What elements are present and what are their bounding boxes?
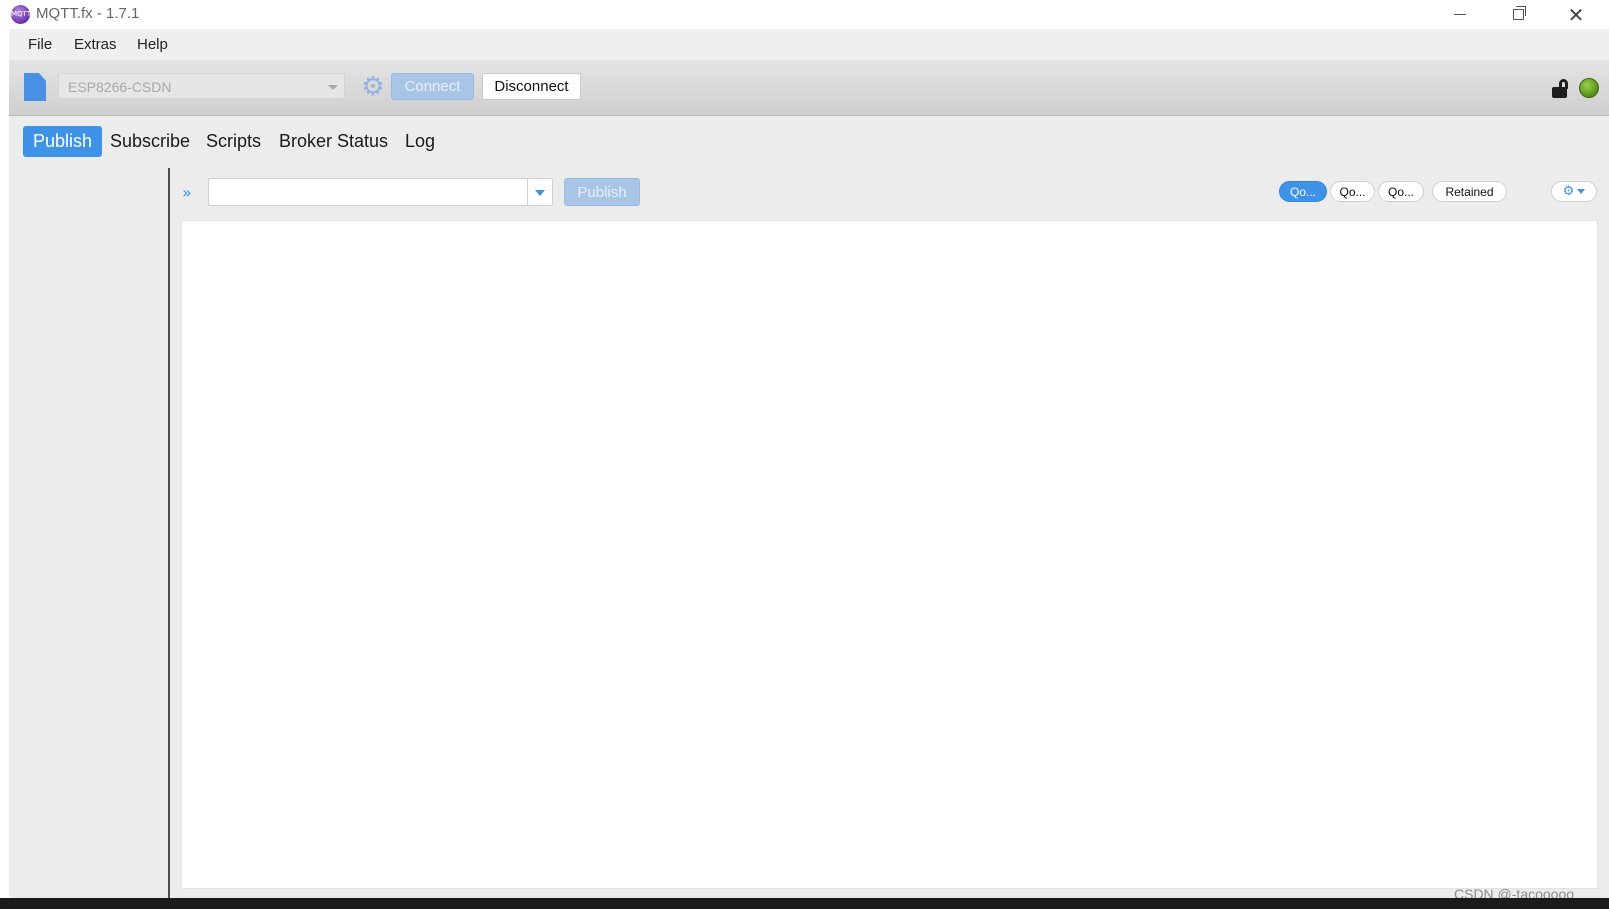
menu-bar: File Extras Help — [9, 29, 1609, 60]
edit-profiles-file-icon[interactable] — [24, 73, 46, 101]
qos1-toggle[interactable]: Qo... — [1330, 181, 1375, 202]
window-title: MQTT.fx - 1.7.1 — [36, 5, 140, 22]
qos0-toggle[interactable]: Qo... — [1279, 181, 1327, 202]
menu-file[interactable]: File — [28, 36, 52, 53]
tab-log[interactable]: Log — [395, 126, 445, 157]
gear-icon[interactable]: ⚙ — [360, 74, 386, 100]
minimize-button[interactable] — [1431, 0, 1489, 29]
topic-input[interactable] — [209, 179, 524, 205]
publish-options-button[interactable]: ⚙ — [1551, 181, 1597, 202]
mqttfx-window: MQTT MQTT.fx - 1.7.1 ✕ File Extras Help … — [0, 0, 1609, 909]
topic-combo[interactable] — [208, 178, 553, 206]
tab-subscribe[interactable]: Subscribe — [100, 126, 200, 157]
connection-toolbar: ESP8266-CSDN ⚙ Connect Disconnect — [9, 60, 1609, 116]
profile-select-value: ESP8266-CSDN — [68, 79, 172, 95]
close-icon: ✕ — [1567, 2, 1585, 27]
title-bar: MQTT MQTT.fx - 1.7.1 ✕ — [0, 0, 1609, 29]
publish-button[interactable]: Publish — [564, 178, 640, 206]
chevron-down-icon — [535, 190, 545, 196]
taskbar-edge — [0, 898, 1609, 909]
payload-editor[interactable] — [181, 220, 1598, 889]
connection-profile-select[interactable]: ESP8266-CSDN — [58, 73, 345, 99]
minimize-icon — [1454, 14, 1466, 15]
tab-scripts[interactable]: Scripts — [196, 126, 271, 157]
app-icon-text: MQTT — [11, 10, 31, 18]
connect-button[interactable]: Connect — [391, 73, 474, 100]
topics-sidebar — [9, 168, 170, 898]
tab-broker-status[interactable]: Broker Status — [269, 126, 398, 157]
retained-toggle[interactable]: Retained — [1432, 181, 1507, 202]
chevron-down-icon — [1577, 189, 1586, 194]
close-button[interactable]: ✕ — [1547, 0, 1605, 29]
chevron-down-icon — [328, 85, 338, 90]
connection-status-indicator — [1579, 78, 1599, 98]
mqtt-app-icon: MQTT — [11, 5, 31, 24]
restore-button[interactable] — [1489, 0, 1547, 29]
window-left-edge — [0, 38, 9, 909]
double-chevron-right-icon[interactable]: » — [182, 183, 192, 202]
gears-icon: ⚙ — [1562, 184, 1575, 199]
tab-publish[interactable]: Publish — [23, 126, 103, 157]
publish-panel: » Publish Qo... Qo... Qo... Retained ⚙ — [170, 168, 1609, 898]
restore-icon — [1512, 6, 1526, 20]
disconnect-button[interactable]: Disconnect — [482, 73, 581, 100]
menu-extras[interactable]: Extras — [74, 36, 117, 53]
menu-help[interactable]: Help — [137, 36, 168, 53]
qos2-toggle[interactable]: Qo... — [1378, 181, 1424, 202]
unlock-icon — [1552, 79, 1570, 99]
topic-dropdown-button[interactable] — [527, 179, 552, 205]
main-tab-bar: Publish Subscribe Scripts Broker Status … — [9, 116, 1609, 168]
